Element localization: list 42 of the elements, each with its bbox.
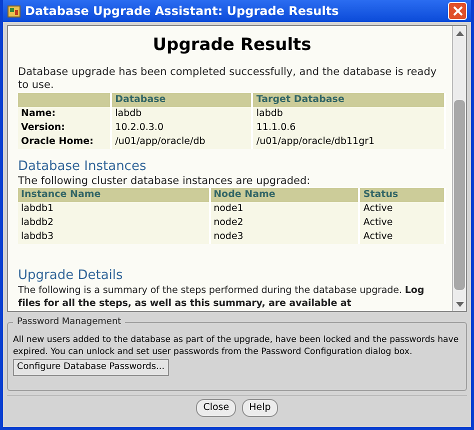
column-header: Instance Name bbox=[21, 189, 101, 200]
table-cell: node1 bbox=[214, 203, 244, 214]
table-cell: Version: bbox=[21, 122, 65, 133]
instances-description: The following cluster database instances are upgraded: bbox=[18, 175, 312, 188]
table-cell: labdb bbox=[115, 108, 142, 119]
window-title: Database Upgrade Assistant: Upgrade Results bbox=[25, 3, 340, 20]
table-cell: 10.2.0.3.0 bbox=[115, 122, 164, 133]
table-cell: Active bbox=[363, 203, 393, 214]
page-heading: Upgrade Results bbox=[152, 34, 312, 56]
intro-text: Database upgrade has been completed successfully, and the database is ready to use. bbox=[18, 66, 438, 92]
table-cell: Oracle Home: bbox=[21, 136, 94, 147]
table-cell: /u01/app/oracle/db bbox=[115, 136, 206, 147]
column-header: Status bbox=[363, 189, 398, 200]
table-cell: labdb bbox=[256, 108, 283, 119]
table-cell: labdb2 bbox=[21, 217, 54, 228]
column-header: Node Name bbox=[214, 189, 276, 200]
column-header: Target Database bbox=[256, 94, 344, 105]
scroll-thumb[interactable] bbox=[454, 100, 465, 290]
close-icon bbox=[452, 6, 462, 16]
section-heading: Database Instances bbox=[18, 159, 148, 175]
password-message: All new users added to the database as part of the upgrade, have been locked and the passwords have expired. You can unlock and set user passwords from the Password Configuration dialog box. bbox=[13, 334, 460, 358]
scroll-down-icon bbox=[456, 302, 464, 306]
app-icon bbox=[7, 4, 21, 18]
table-cell: labdb3 bbox=[21, 231, 54, 242]
scrollbar[interactable] bbox=[452, 26, 466, 311]
details-text: The following is a summary of the steps performed during the database upgrade. Log files for all the steps, as well as this summary, are available at bbox=[18, 284, 426, 310]
table-cell: Active bbox=[363, 217, 393, 228]
table-cell: labdb1 bbox=[21, 203, 54, 214]
close-button[interactable] bbox=[448, 2, 467, 20]
dialog-button[interactable]: Close bbox=[196, 399, 236, 418]
dialog-button[interactable]: Help bbox=[242, 399, 278, 418]
configure-passwords-button[interactable]: Configure Database Passwords... bbox=[13, 359, 169, 376]
table-cell: 11.1.0.6 bbox=[256, 122, 296, 133]
group-legend: Password Management bbox=[13, 316, 126, 328]
table-cell: node2 bbox=[214, 217, 244, 228]
section-heading: Upgrade Details bbox=[18, 268, 124, 284]
table-cell: node3 bbox=[214, 231, 244, 242]
table-cell: Active bbox=[363, 231, 393, 242]
table-cell: Name: bbox=[21, 108, 56, 119]
table-cell: /u01/app/oracle/db11gr1 bbox=[256, 136, 375, 147]
scroll-up-icon bbox=[456, 30, 464, 36]
column-header: Database bbox=[115, 94, 166, 105]
